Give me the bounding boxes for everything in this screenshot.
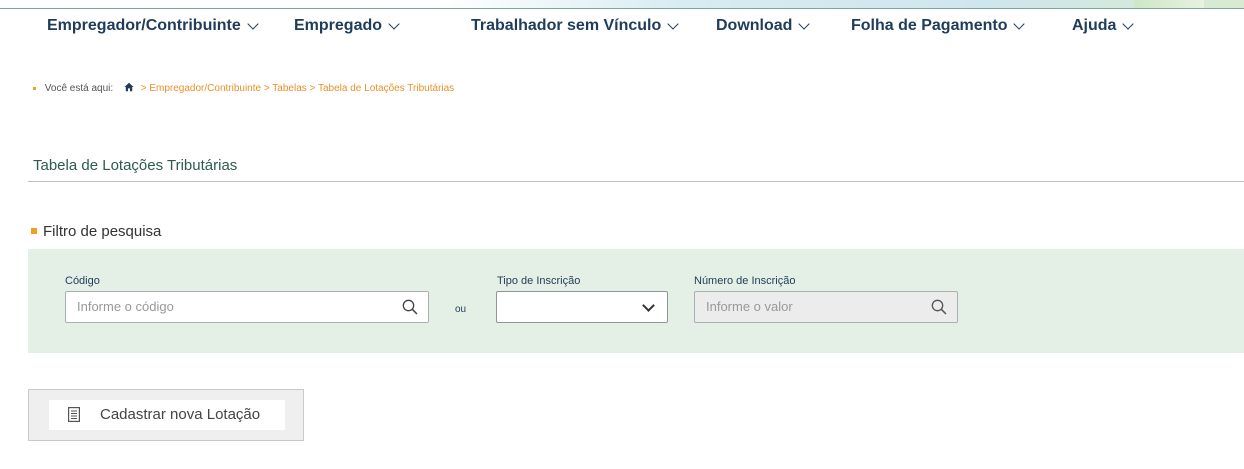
home-icon[interactable]	[124, 82, 134, 92]
menu-item-folha[interactable]: Folha de Pagamento	[851, 17, 1026, 35]
menu-item-label: Trabalhador sem Vínculo	[471, 17, 662, 34]
cadastrar-button-container: Cadastrar nova Lotação	[28, 389, 304, 441]
numero-inscricao-placeholder: Informe o valor	[706, 299, 793, 314]
numero-inscricao-input[interactable]: Informe o valor	[694, 291, 958, 323]
menu-item-label: Empregador/Contribuinte	[47, 17, 241, 34]
top-banner-strip	[0, 0, 1244, 9]
breadcrumb-prefix: Você está aqui:	[44, 83, 114, 94]
menu-item-label: Folha de Pagamento	[851, 17, 1008, 34]
cadastrar-lotacao-button[interactable]: Cadastrar nova Lotação	[49, 400, 285, 430]
cadastrar-lotacao-label: Cadastrar nova Lotação	[100, 406, 261, 423]
title-divider	[28, 181, 1244, 182]
tipo-inscricao-label: Tipo de Inscrição	[497, 275, 581, 287]
menu-item-label: Download	[716, 17, 793, 34]
or-separator: ou	[455, 304, 467, 315]
page-title: Tabela de Lotações Tributárias	[33, 157, 238, 174]
main-menu: Empregador/Contribuinte Empregado Trabal…	[0, 9, 1244, 45]
codigo-input[interactable]: Informe o código	[65, 291, 429, 323]
breadcrumb-bullet	[33, 86, 36, 90]
tipo-inscricao-select[interactable]	[496, 291, 668, 323]
menu-item-trabalhador[interactable]: Trabalhador sem Vínculo	[471, 17, 679, 35]
filter-heading: Filtro de pesquisa	[31, 223, 161, 240]
codigo-label: Código	[65, 275, 100, 287]
numero-inscricao-label: Número de Inscrição	[694, 275, 796, 287]
chevron-down-icon	[247, 18, 259, 30]
banner-accent	[1134, 0, 1204, 8]
breadcrumb: Você está aqui: > Empregador/Contribuint…	[33, 83, 454, 94]
menu-item-empregado[interactable]: Empregado	[294, 17, 400, 35]
menu-item-label: Empregado	[294, 17, 383, 34]
menu-item-empregador[interactable]: Empregador/Contribuinte	[47, 17, 259, 35]
chevron-down-icon	[1013, 18, 1026, 30]
menu-item-ajuda[interactable]: Ajuda	[1072, 17, 1135, 35]
chevron-down-icon	[667, 18, 679, 30]
breadcrumb-path[interactable]: > Empregador/Contribuinte > Tabelas > Ta…	[141, 83, 454, 94]
chevron-down-icon	[798, 18, 811, 30]
document-icon	[68, 407, 80, 422]
search-icon[interactable]	[402, 299, 418, 315]
filter-heading-text: Filtro de pesquisa	[43, 223, 162, 240]
menu-item-download[interactable]: Download	[716, 17, 811, 35]
menu-item-label: Ajuda	[1072, 17, 1117, 34]
chevron-down-icon	[1122, 18, 1135, 30]
search-icon[interactable]	[931, 299, 947, 315]
filter-bullet	[31, 228, 37, 235]
chevron-down-icon	[642, 299, 655, 312]
codigo-placeholder: Informe o código	[77, 299, 174, 314]
chevron-down-icon	[388, 18, 400, 30]
